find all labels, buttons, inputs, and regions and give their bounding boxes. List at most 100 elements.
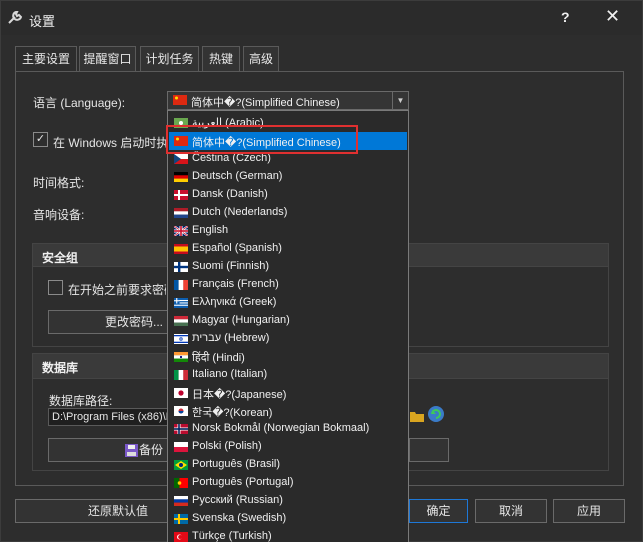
brazil-flag-icon — [174, 460, 188, 470]
close-button[interactable]: ✕ — [605, 6, 620, 27]
language-option-label: Русский (Russian) — [192, 494, 283, 506]
backup-button[interactable]: 备份 — [48, 438, 168, 462]
language-option-spain[interactable]: Español (Spanish) — [169, 240, 407, 258]
czech-flag-icon — [174, 154, 188, 164]
language-select-value: 简体中�?(Simplified Chinese) — [191, 97, 340, 109]
language-option-netherlands[interactable]: Dutch (Nederlands) — [169, 204, 407, 222]
language-option-label: Ελληνικά (Greek) — [192, 296, 277, 308]
china-flag-icon — [174, 136, 188, 146]
database-path-label: 数据库路径: — [49, 394, 113, 408]
language-option-label: Magyar (Hungarian) — [192, 314, 290, 326]
language-option-label: Dutch (Nederlands) — [192, 206, 288, 218]
wrench-icon — [8, 11, 23, 24]
language-option-norway[interactable]: Norsk Bokmål (Norwegian Bokmaal) — [169, 420, 407, 438]
refresh-button[interactable] — [426, 404, 446, 424]
language-option-denmark[interactable]: Dansk (Danish) — [169, 186, 407, 204]
database-group-title: 数据库 — [42, 361, 79, 375]
netherlands-flag-icon — [174, 208, 188, 218]
russia-flag-icon — [174, 496, 188, 506]
startup-checkbox[interactable]: ✓ — [33, 132, 48, 147]
refresh-icon — [428, 406, 444, 422]
language-option-hungary[interactable]: Magyar (Hungarian) — [169, 312, 407, 330]
tab-scheduled-tasks[interactable]: 计划任务 — [140, 46, 199, 72]
language-option-label: 简体中�?(Simplified Chinese) — [192, 137, 341, 149]
language-option-label: العربية (Arabic) — [192, 117, 264, 129]
language-option-label: Norsk Bokmål (Norwegian Bokmaal) — [192, 422, 370, 434]
norway-flag-icon — [174, 424, 188, 434]
language-option-israel[interactable]: עברית (Hebrew) — [169, 330, 407, 348]
denmark-flag-icon — [174, 190, 188, 200]
language-option-france[interactable]: Français (French) — [169, 276, 407, 294]
finland-flag-icon — [174, 262, 188, 272]
language-option-label: Suomi (Finnish) — [192, 260, 270, 272]
language-option-japan[interactable]: 日本�?(Japanese) — [169, 384, 407, 402]
folder-icon — [410, 412, 424, 422]
france-flag-icon — [174, 280, 188, 290]
arabic-flag-icon — [174, 118, 188, 128]
spain-flag-icon — [174, 244, 188, 254]
language-option-china[interactable]: 简体中�?(Simplified Chinese) — [169, 132, 407, 150]
language-select[interactable]: 简体中�?(Simplified Chinese) ▼ — [167, 91, 409, 110]
japan-flag-icon — [174, 388, 188, 398]
china-flag-icon — [173, 95, 187, 105]
help-button[interactable]: ? — [561, 9, 570, 25]
language-option-label: Italiano (Italian) — [192, 368, 268, 380]
poland-flag-icon — [174, 442, 188, 452]
database-path-input[interactable]: D:\Program Files (x86)\H — [48, 408, 168, 426]
turkey-flag-icon — [174, 532, 188, 542]
language-option-czech[interactable]: Čeština (Czech) — [169, 150, 407, 168]
settings-window: 设置 ? ✕ 主要设置 提醒窗口 计划任务 热键 高级 语言 (Language… — [0, 0, 643, 542]
language-option-korea[interactable]: 한국�?(Korean) — [169, 402, 407, 420]
language-option-poland[interactable]: Polski (Polish) — [169, 438, 407, 456]
language-option-label: हिंदी (Hindi) — [192, 352, 245, 364]
window-title: 设置 — [29, 14, 56, 29]
india-flag-icon — [174, 352, 188, 362]
cancel-button[interactable]: 取消 — [475, 499, 547, 523]
language-option-label: Dansk (Danish) — [192, 188, 268, 200]
save-icon — [125, 444, 138, 457]
language-option-russia[interactable]: Русский (Russian) — [169, 492, 407, 510]
language-option-label: Français (French) — [192, 278, 279, 290]
language-option-portugal[interactable]: Português (Portugal) — [169, 474, 407, 492]
restore-database-button[interactable] — [409, 438, 449, 462]
security-group-title: 安全组 — [42, 251, 79, 265]
tab-reminder-window[interactable]: 提醒窗口 — [79, 46, 136, 72]
ok-button[interactable]: 确定 — [409, 499, 468, 523]
language-option-label: 日本�?(Japanese) — [192, 389, 287, 401]
language-option-turkey[interactable]: Türkçe (Turkish) — [169, 528, 407, 542]
language-option-greece[interactable]: Ελληνικά (Greek) — [169, 294, 407, 312]
change-password-button[interactable]: 更改密码... — [48, 310, 168, 334]
startup-label: 在 Windows 启动时执行 — [53, 136, 167, 150]
tab-hotkeys[interactable]: 热键 — [202, 46, 240, 72]
chevron-down-icon[interactable]: ▼ — [392, 92, 408, 109]
uk-flag-icon — [174, 226, 188, 236]
language-label: 语言 (Language): — [33, 96, 126, 110]
language-option-label: Português (Brasil) — [192, 458, 281, 470]
sweden-flag-icon — [174, 514, 188, 524]
language-option-brazil[interactable]: Português (Brasil) — [169, 456, 407, 474]
require-password-label: 在开始之前要求密码 — [68, 283, 166, 297]
apply-button[interactable]: 应用 — [553, 499, 625, 523]
language-option-label: Português (Portugal) — [192, 476, 294, 488]
tab-advanced[interactable]: 高级 — [243, 46, 279, 72]
require-password-checkbox[interactable] — [48, 280, 63, 295]
language-option-germany[interactable]: Deutsch (German) — [169, 168, 407, 186]
language-option-india[interactable]: हिंदी (Hindi) — [169, 348, 407, 366]
language-option-finland[interactable]: Suomi (Finnish) — [169, 258, 407, 276]
backup-label: 备份 — [138, 443, 163, 457]
language-option-arabic[interactable]: العربية (Arabic) — [169, 114, 407, 132]
language-option-uk[interactable]: English — [169, 222, 407, 240]
title-bar: 设置 ? ✕ — [1, 1, 642, 35]
language-dropdown-list[interactable]: العربية (Arabic) 简体中�?(Simplified Chinese… — [167, 110, 409, 542]
language-option-italy[interactable]: Italiano (Italian) — [169, 366, 407, 384]
language-option-label: Polski (Polish) — [192, 440, 262, 452]
greece-flag-icon — [174, 298, 188, 308]
language-option-sweden[interactable]: Svenska (Swedish) — [169, 510, 407, 528]
language-option-label: 한국�?(Korean) — [192, 407, 273, 419]
language-option-label: Čeština (Czech) — [192, 152, 271, 164]
tab-general[interactable]: 主要设置 — [15, 46, 77, 73]
portugal-flag-icon — [174, 478, 188, 488]
audio-device-label: 音响设备: — [33, 208, 85, 222]
language-option-label: English — [192, 224, 229, 236]
language-option-label: Deutsch (German) — [192, 170, 283, 182]
